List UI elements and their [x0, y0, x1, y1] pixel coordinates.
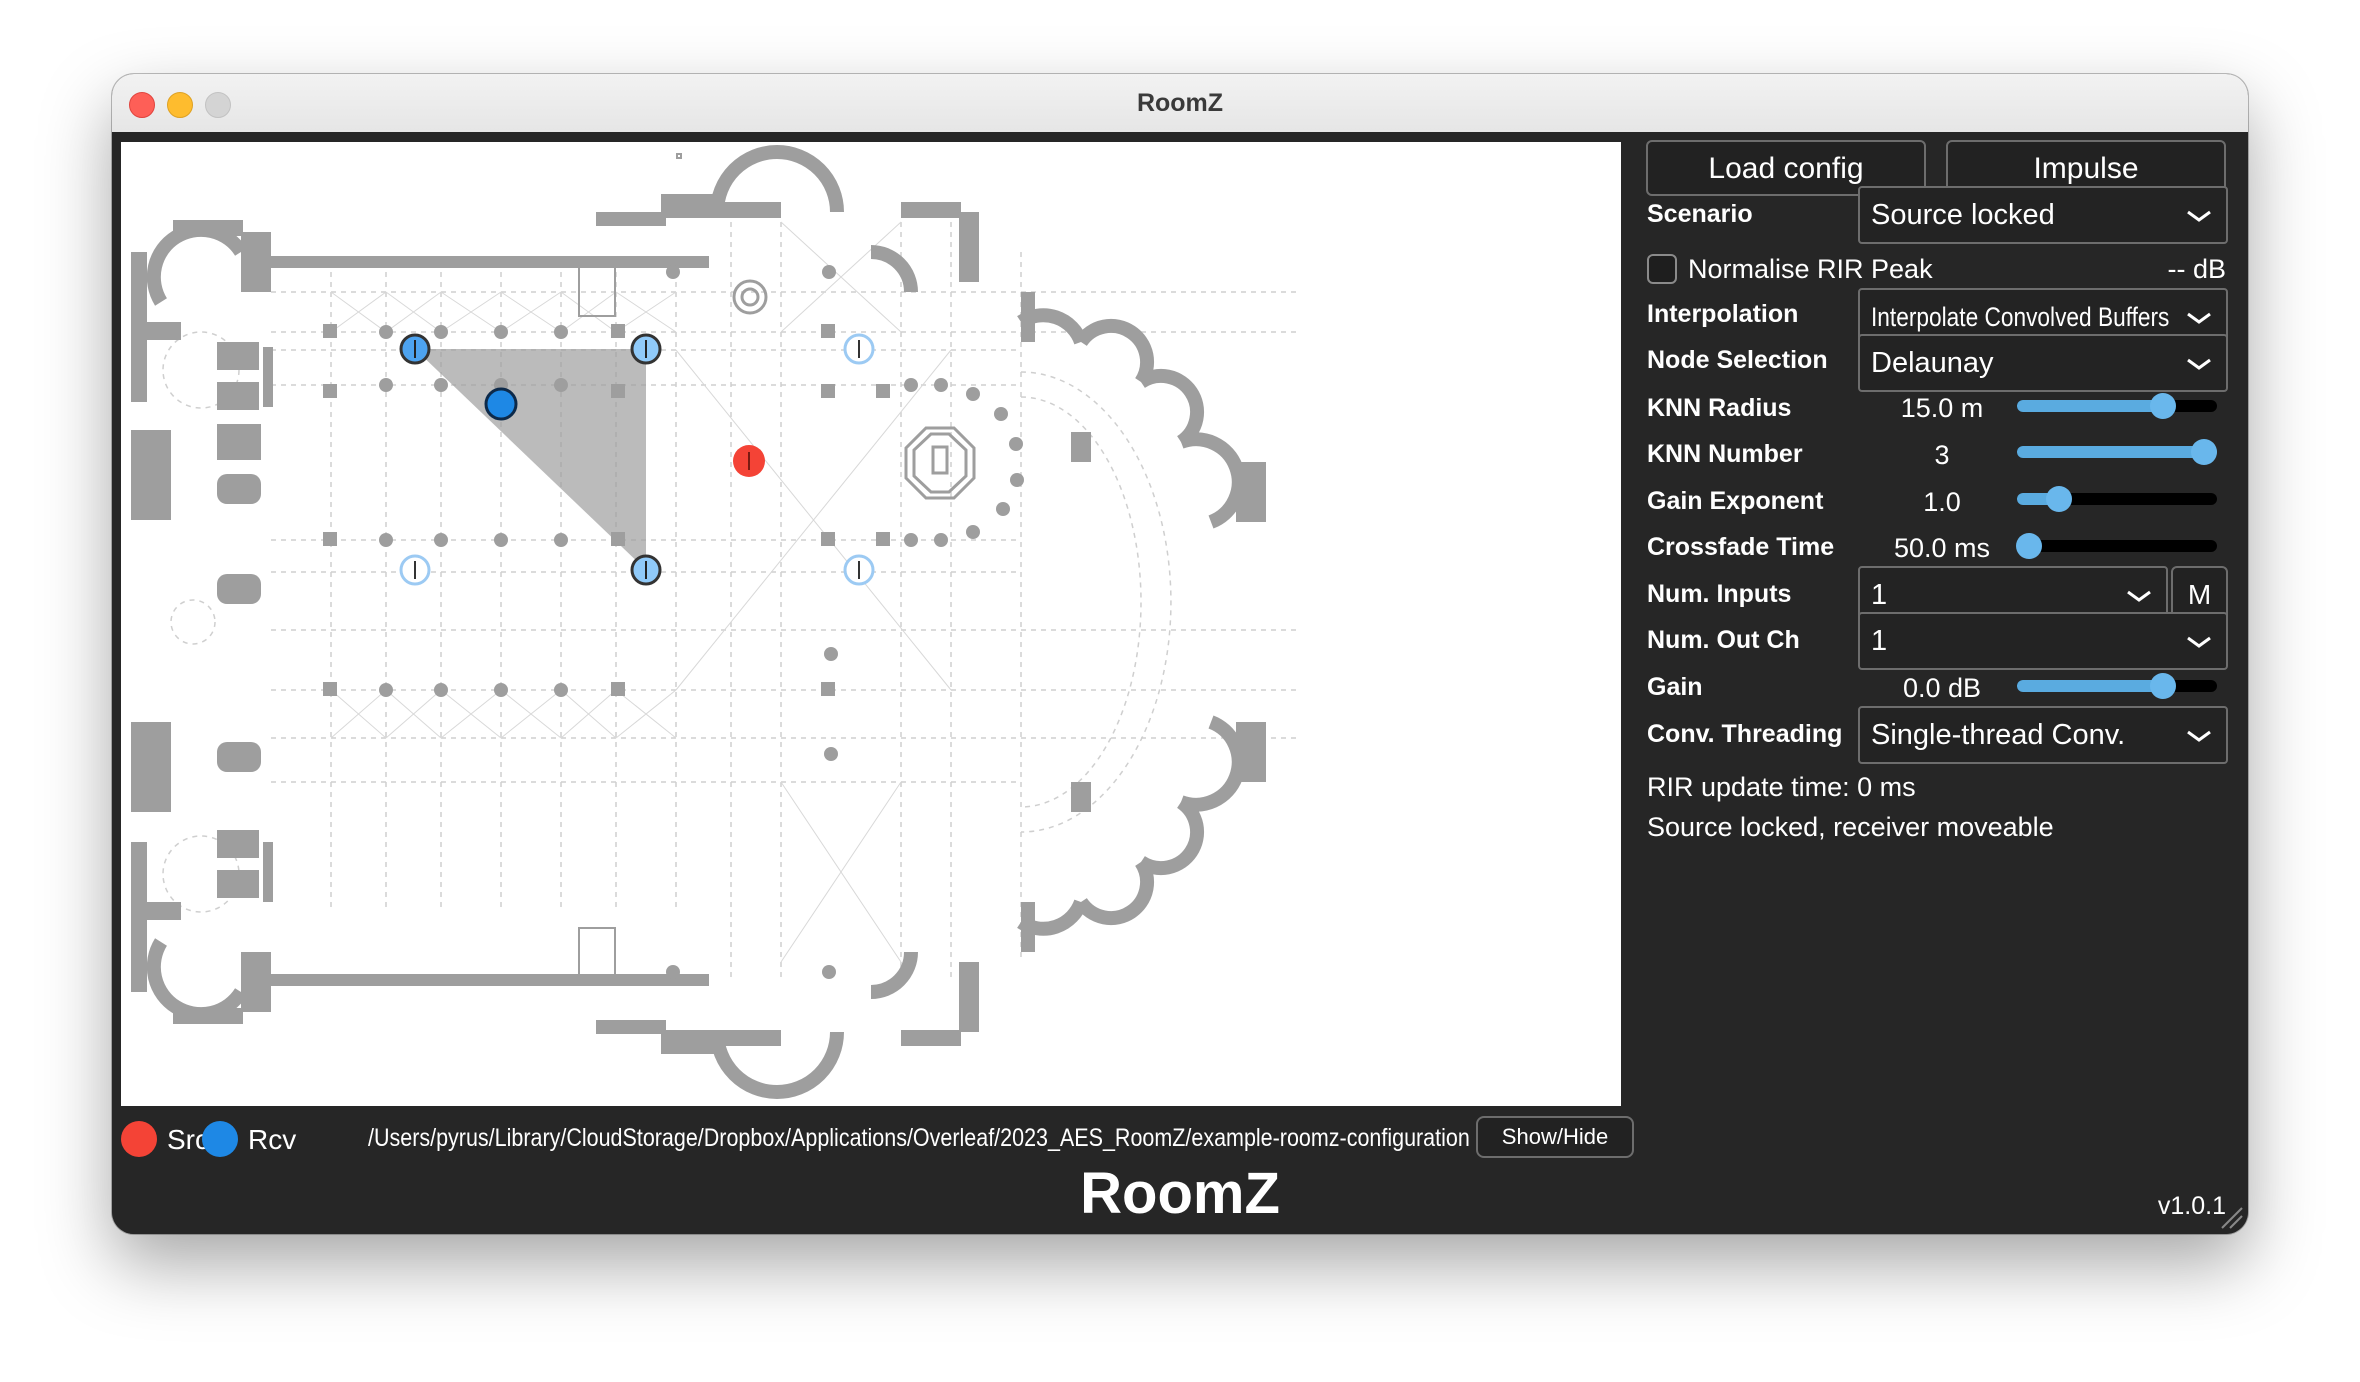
main-content: Src Rcv /Users/pyrus/Library/CloudStorag… — [112, 132, 2248, 1234]
knn-number-value: 3 — [1934, 440, 1950, 470]
legend-rcv-label: Rcv — [248, 1124, 297, 1155]
crossfade-time-value: 50.0 ms — [1893, 533, 1991, 563]
chevron-down-icon — [2187, 636, 2211, 648]
slider-thumb[interactable] — [2016, 533, 2042, 559]
room-map[interactable] — [121, 142, 1621, 1106]
knn-radius-label: KNN Radius — [1647, 394, 1792, 422]
chevron-down-icon — [2187, 210, 2211, 222]
version-label: v1.0.1 — [2157, 1192, 2226, 1220]
node-selection-select[interactable]: Delaunay — [1858, 334, 2228, 392]
conv-threading-label: Conv. Threading — [1647, 720, 1843, 748]
gain-slider[interactable] — [2017, 673, 2217, 699]
slider-thumb[interactable] — [2150, 393, 2176, 419]
knn-radius-slider[interactable] — [2017, 393, 2217, 419]
chevron-down-icon — [2187, 312, 2211, 324]
rcv-color-dot — [202, 1121, 238, 1157]
node-selection-value: Delaunay — [1871, 347, 1994, 379]
scenario-label: Scenario — [1647, 200, 1753, 228]
receiver-node[interactable] — [630, 333, 662, 365]
listener-marker[interactable] — [484, 387, 518, 421]
source-node[interactable] — [733, 445, 765, 477]
brand-title: RoomZ — [1080, 1161, 1280, 1226]
num-out-ch-value: 1 — [1871, 625, 1888, 657]
show-hide-button[interactable]: Show/Hide — [1476, 1116, 1634, 1158]
slider-thumb[interactable] — [2191, 439, 2217, 465]
slider-thumb[interactable] — [2046, 486, 2072, 512]
crossfade-time-label: Crossfade Time — [1647, 533, 1835, 561]
gain-exponent-value: 1.0 — [1923, 487, 1961, 517]
gain-exponent-slider[interactable] — [2017, 486, 2217, 512]
receiver-node[interactable] — [843, 554, 875, 586]
status-text: Source locked, receiver moveable — [1647, 812, 2054, 842]
window-title: RoomZ — [1136, 89, 1224, 117]
normalise-readout: -- dB — [2167, 254, 2226, 284]
num-out-ch-select[interactable]: 1 — [1858, 612, 2228, 670]
conv-threading-select[interactable]: Single-thread Conv. — [1858, 706, 2228, 764]
num-out-ch-label: Num. Out Ch — [1647, 626, 1800, 654]
receiver-node[interactable] — [843, 333, 875, 365]
normalise-label: Normalise RIR Peak — [1688, 254, 1933, 284]
scenario-value: Source locked — [1871, 199, 2055, 231]
crossfade-time-slider[interactable] — [2016, 533, 2217, 559]
knn-number-slider[interactable] — [2017, 439, 2217, 465]
delaunay-triangle — [415, 349, 646, 570]
rir-update-time: RIR update time: 0 ms — [1647, 772, 1916, 802]
node-selection-label: Node Selection — [1647, 346, 1828, 374]
config-path: /Users/pyrus/Library/CloudStorage/Dropbo… — [368, 1124, 1470, 1152]
slider-thumb[interactable] — [2150, 673, 2176, 699]
node-layer — [399, 333, 875, 586]
scenario-select[interactable]: Source locked — [1858, 186, 2228, 244]
receiver-node[interactable] — [399, 333, 431, 365]
gain-exponent-label: Gain Exponent — [1647, 487, 1824, 515]
gain-value: 0.0 dB — [1902, 673, 1982, 703]
num-inputs-value: 1 — [1871, 579, 1888, 611]
chevron-down-icon — [2187, 730, 2211, 742]
receiver-node[interactable] — [399, 554, 431, 586]
num-inputs-label: Num. Inputs — [1647, 580, 1792, 608]
conv-threading-value: Single-thread Conv. — [1871, 719, 2126, 751]
resize-grip-icon[interactable] — [2218, 1204, 2244, 1230]
title-bar: RoomZ — [112, 74, 2248, 133]
knn-radius-value: 15.0 m — [1900, 393, 1984, 423]
interpolation-label: Interpolation — [1647, 300, 1799, 328]
knn-number-label: KNN Number — [1647, 440, 1803, 468]
receiver-node[interactable] — [630, 554, 662, 586]
gain-label: Gain — [1647, 673, 1703, 701]
app-window: RoomZ Src Rcv /Users/pyrus/Library/Cloud… — [112, 74, 2248, 1234]
chevron-down-icon — [2187, 358, 2211, 370]
control-panel: Load config Impulse Scenario Source lock… — [1646, 132, 2242, 1234]
normalise-checkbox[interactable] — [1647, 254, 1677, 284]
src-color-dot — [121, 1121, 157, 1157]
chevron-down-icon — [2127, 590, 2151, 602]
